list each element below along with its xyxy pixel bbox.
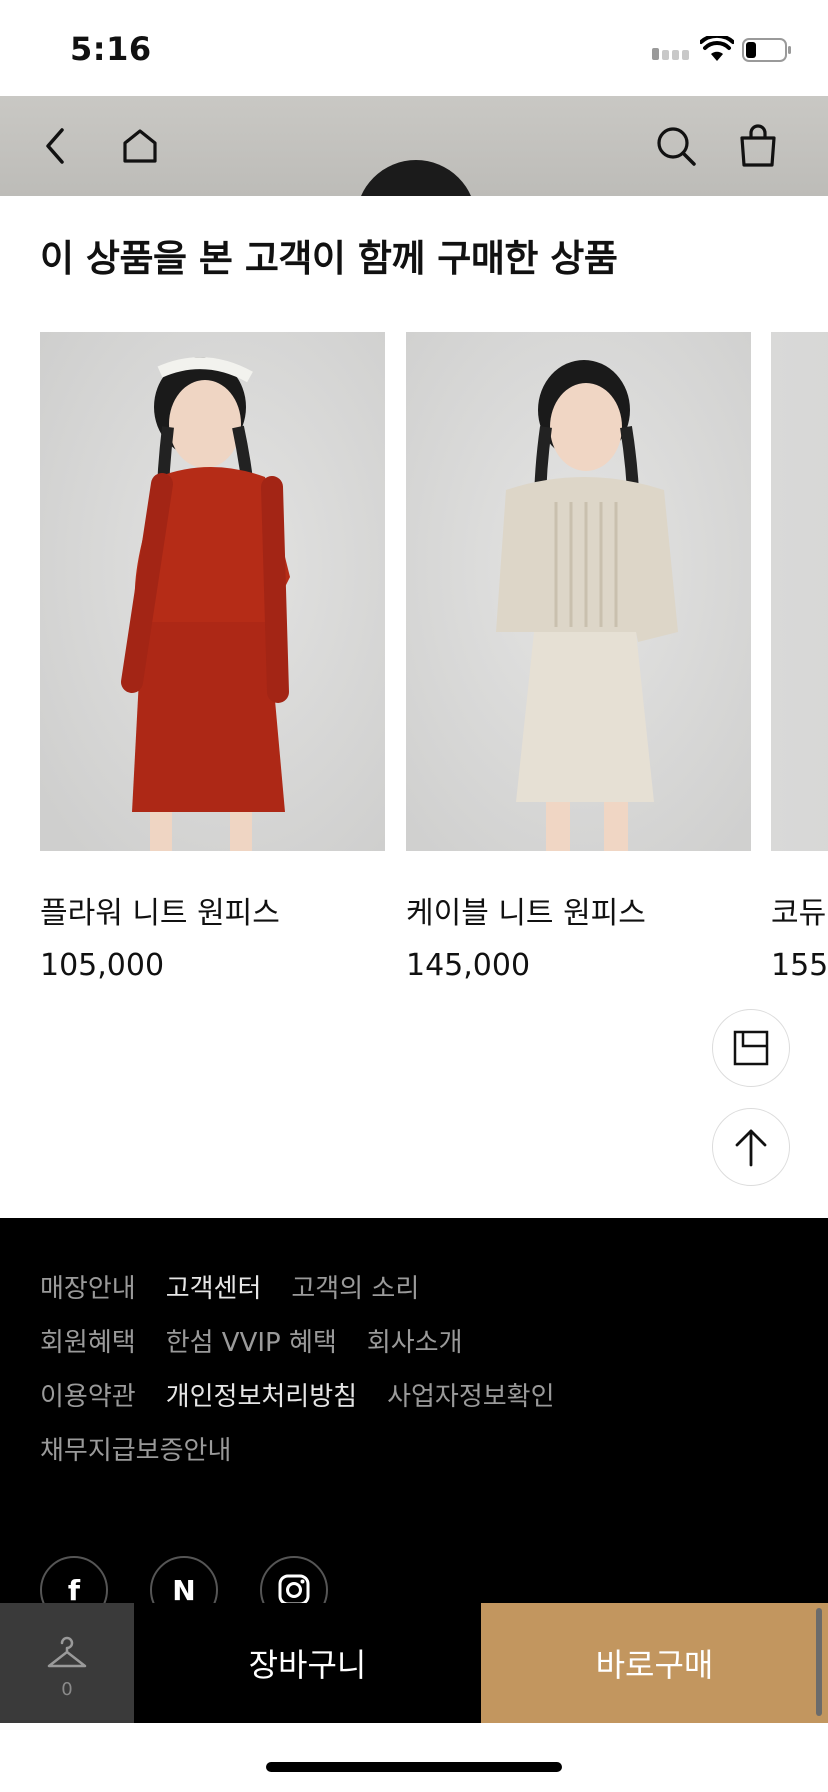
instagram-icon [278,1574,310,1606]
footer-link-vvip-benefits[interactable]: 한섬 VVIP 혜택 [166,1322,337,1359]
wishlist-button[interactable]: 0 [0,1603,134,1723]
search-button[interactable] [648,118,704,174]
footer-link-terms[interactable]: 이용약관 [40,1376,136,1413]
footer-links-row: 이용약관 개인정보처리방침 사업자정보확인 [40,1376,555,1413]
home-indicator[interactable] [266,1762,562,1772]
wifi-icon [700,36,734,61]
product-name[interactable]: 플라워 니트 원피스 [40,888,280,932]
section-title: 이 상품을 본 고객이 함께 구매한 상품 [40,237,618,280]
search-icon [657,127,696,166]
footer-link-debt-guarantee[interactable]: 채무지급보증안내 [40,1430,231,1467]
footer-link-privacy-policy[interactable]: 개인정보처리방침 [166,1376,357,1413]
arrow-up-icon [735,1129,767,1167]
product-price: 155, [771,948,828,983]
recent-view-icon [733,1030,769,1066]
footer-link-member-benefits[interactable]: 회원혜택 [40,1322,136,1359]
product-image[interactable] [771,332,828,851]
shopping-bag-icon [740,124,776,167]
product-price: 105,000 [40,948,165,983]
product-card[interactable]: 플라워 니트 원피스 105,000 [40,332,385,983]
product-carousel[interactable]: 플라워 니트 원피스 105,000 케이블 니트 원피스 145,000 코듀… [0,332,828,1012]
hero-image-peek [356,160,476,196]
product-price: 145,000 [406,948,531,983]
hanger-icon [47,1636,87,1668]
cart-button[interactable] [730,118,786,174]
footer-links-row: 채무지급보증안내 [40,1430,231,1467]
footer-link-stores[interactable]: 매장안내 [40,1268,136,1305]
wishlist-count: 0 [61,1679,73,1700]
footer-links-row: 회원혜택 한섬 VVIP 혜택 회사소개 [40,1322,463,1359]
buy-now-button[interactable]: 바로구매 [481,1603,828,1723]
product-image[interactable] [406,332,751,851]
battery-icon [742,38,791,62]
product-card[interactable]: 코듀 155, [771,332,828,983]
footer-link-company[interactable]: 회사소개 [367,1322,463,1359]
header-nav [0,96,828,196]
footer-link-voice-of-customer[interactable]: 고객의 소리 [291,1268,419,1305]
product-name[interactable]: 코듀 [771,888,826,932]
status-bar: 5:16 [0,0,828,96]
footer-links-row: 매장안내 고객센터 고객의 소리 [40,1268,419,1305]
product-card[interactable]: 케이블 니트 원피스 145,000 [406,332,751,983]
add-to-cart-button[interactable]: 장바구니 [134,1603,481,1723]
footer-link-customer-center[interactable]: 고객센터 [166,1268,262,1305]
naver-icon: N [172,1573,196,1607]
product-image[interactable] [40,332,385,851]
signal-icon [652,48,690,60]
home-icon [123,129,157,163]
facebook-icon: f [67,1573,81,1607]
status-time: 5:16 [70,30,152,68]
scrollbar[interactable] [816,1608,822,1716]
product-name[interactable]: 케이블 니트 원피스 [406,888,646,932]
back-icon [46,128,64,164]
bottom-action-bar: 0 장바구니 바로구매 [0,1603,828,1723]
footer-link-business-info[interactable]: 사업자정보확인 [387,1376,554,1413]
footer: 매장안내 고객센터 고객의 소리 회원혜택 한섬 VVIP 혜택 회사소개 이용… [0,1218,828,1624]
scroll-top-button[interactable] [712,1108,790,1186]
home-button[interactable] [112,118,168,174]
recent-view-button[interactable] [712,1009,790,1087]
back-button[interactable] [28,118,84,174]
